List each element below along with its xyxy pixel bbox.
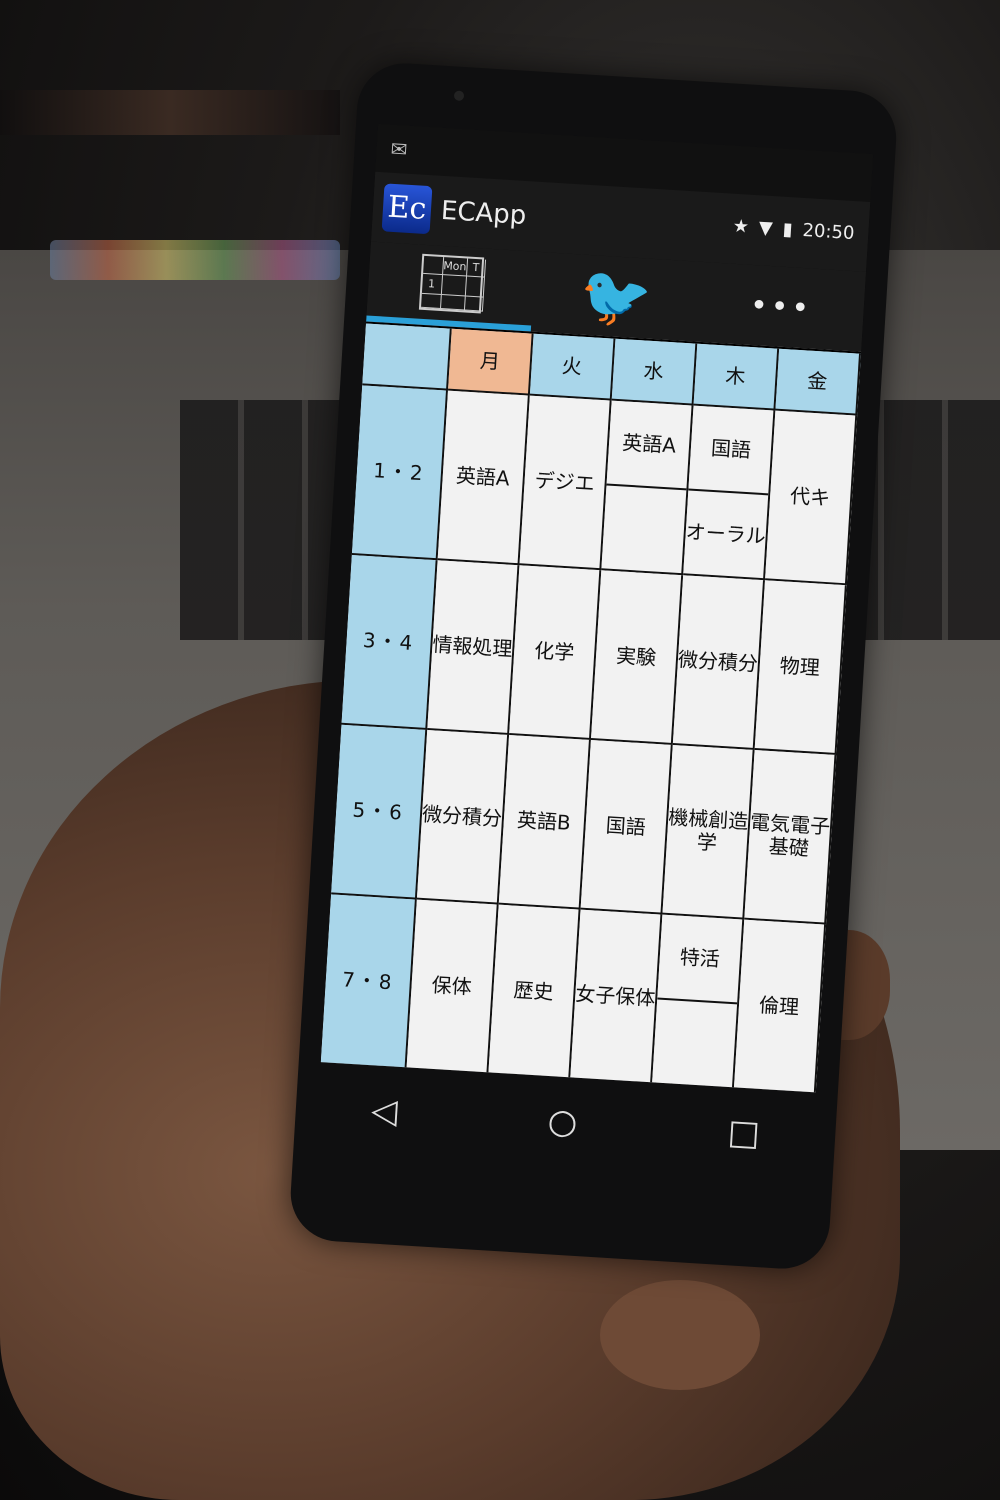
star-icon: ★ (732, 215, 750, 238)
timetable-icon-mon: Mon (442, 257, 468, 277)
back-icon[interactable]: ◁ (370, 1090, 399, 1132)
class-cell-mon-4[interactable]: 保体 (406, 899, 499, 1075)
background-monitor (0, 90, 340, 135)
day-header-wed: 水 (611, 338, 698, 406)
class-cell-fri-1[interactable]: 代キ (765, 410, 858, 586)
day-header-tue: 火 (529, 333, 616, 401)
tab-twitter[interactable]: 🐦 (531, 252, 701, 342)
clock: 20:50 (801, 219, 855, 245)
class-cell-wed-1[interactable]: 英語A (601, 400, 694, 576)
recent-apps-icon[interactable]: □ (727, 1112, 762, 1154)
class-cell-wed-4[interactable]: 女子保体 (570, 909, 663, 1085)
class-cell-tue-1[interactable]: デジエ (519, 395, 612, 571)
period-label-3: 5・6 (331, 724, 428, 900)
class-cell-mon-2[interactable]: 情報処理 (427, 560, 520, 735)
class-cell-mon-3[interactable]: 微分積分 (416, 729, 510, 905)
gmail-notification-icon: ✉ (389, 136, 409, 162)
app-logo: Ec (381, 183, 433, 235)
phone-screen: ✉ Ec ECApp ★ ▼ ▮ 20:50 Mon T 1 🐦 ••• 月 火… (320, 123, 874, 1093)
status-bar: ★ ▼ ▮ 20:50 (732, 216, 855, 244)
app-title: ECApp (440, 195, 528, 232)
class-cell-thu-2[interactable]: 微分積分 (672, 575, 766, 750)
more-icon: ••• (748, 287, 814, 327)
phone: ✉ Ec ECApp ★ ▼ ▮ 20:50 Mon T 1 🐦 ••• 月 火… (287, 60, 899, 1272)
home-icon[interactable]: ○ (547, 1101, 579, 1143)
thumb (600, 1280, 760, 1390)
class-cell-wed-2[interactable]: 実験 (590, 570, 684, 745)
class-cell-thu-1-top[interactable]: 国語 (688, 405, 774, 496)
class-cell-wed-3[interactable]: 国語 (580, 739, 673, 915)
tab-timetable[interactable]: Mon T 1 (366, 241, 536, 332)
class-cell-thu-4[interactable]: 特活 (652, 914, 745, 1090)
timetable-icon-t: T (466, 258, 486, 278)
class-cell-fri-2[interactable]: 物理 (754, 580, 847, 755)
class-cell-thu-1[interactable]: 国語 オーラル (683, 405, 776, 581)
day-header-fri: 金 (775, 348, 862, 416)
timetable-icon-period: 1 (421, 273, 443, 296)
class-cell-tue-3[interactable]: 英語B (498, 734, 591, 910)
period-label-1: 1・2 (351, 385, 449, 561)
corner-cell (362, 323, 452, 391)
class-cell-fri-4[interactable]: 倫理 (733, 919, 827, 1093)
class-cell-thu-4-bottom[interactable] (652, 1000, 737, 1088)
period-label-4: 7・8 (320, 894, 417, 1070)
twitter-bird-icon: 🐦 (577, 260, 655, 333)
timetable-grid: 月 火 水 木 金 1・2 英語A デジエ 英語A 国語 オーラル 代キ 3・4… (320, 321, 862, 1093)
timetable-icon: Mon T 1 (418, 253, 486, 314)
wifi-icon: ▼ (758, 217, 774, 240)
class-cell-thu-3[interactable]: 機械創造学 (662, 744, 755, 920)
front-camera (453, 90, 465, 102)
battery-icon: ▮ (782, 218, 794, 241)
class-cell-thu-1-bottom[interactable]: オーラル (683, 490, 768, 578)
class-cell-mon-1[interactable]: 英語A (437, 390, 530, 566)
class-cell-thu-4-top[interactable]: 特活 (657, 914, 743, 1005)
background-dock (50, 240, 340, 280)
class-cell-fri-3[interactable]: 電気電子基礎 (744, 749, 837, 925)
tab-more[interactable]: ••• (696, 262, 866, 352)
period-label-2: 3・4 (341, 555, 438, 730)
class-cell-tue-4[interactable]: 歴史 (488, 904, 581, 1080)
day-header-mon: 月 (448, 328, 534, 396)
class-cell-tue-2[interactable]: 化学 (509, 565, 602, 740)
day-header-thu: 木 (693, 343, 780, 411)
class-cell-wed-1-bottom[interactable] (601, 485, 686, 573)
class-cell-wed-1-top[interactable]: 英語A (606, 400, 692, 491)
